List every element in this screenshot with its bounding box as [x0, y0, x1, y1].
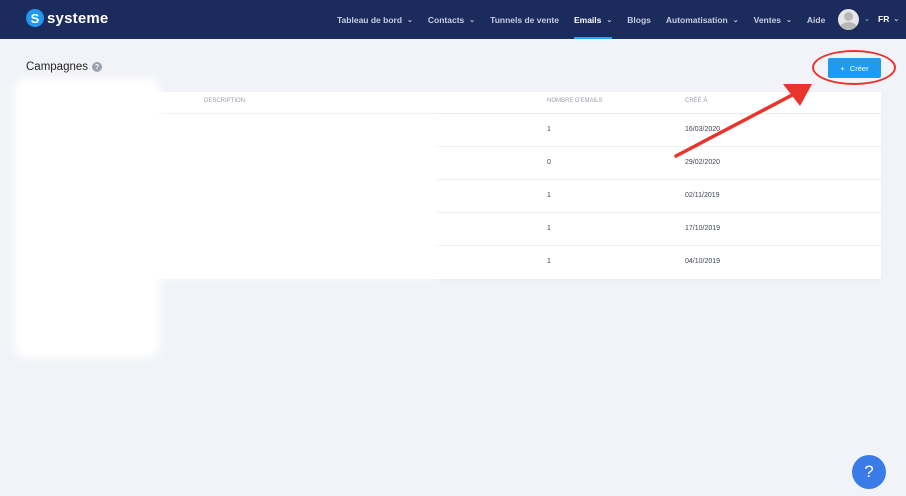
campaign-email-count: 1 — [547, 258, 551, 265]
chevron-down-icon: ⌄ — [732, 16, 739, 24]
nav-label: Automatisation — [665, 14, 728, 25]
campaign-created-date: 02/11/2019 — [685, 192, 720, 199]
campaign-email-count: 1 — [547, 126, 551, 133]
campaign-created-date: 29/02/2020 — [685, 159, 721, 166]
page-title-text: Campagnes — [26, 61, 89, 73]
campaign-created-date: 17/10/2019 — [685, 225, 721, 232]
chevron-down-icon: ⌄ — [893, 16, 900, 23]
table-header: DESCRIPTION NOMBRE D'EMAILS CRÉÉ À — [26, 92, 881, 114]
help-icon[interactable]: ? — [92, 62, 103, 72]
nav-label: Blogs — [627, 14, 651, 25]
campaign-email-count: 1 — [547, 192, 551, 199]
redaction-overlay — [150, 118, 434, 276]
nav-item-aide[interactable]: Aide — [807, 0, 825, 39]
main-nav: Tableau de bord ⌄ Contacts ⌄ Tunnels de … — [337, 0, 840, 39]
top-navbar: S systeme Tableau de bord ⌄ Contacts ⌄ T… — [0, 0, 906, 39]
chevron-down-icon[interactable]: ⌄ — [864, 15, 870, 23]
chevron-down-icon: ⌄ — [469, 16, 476, 24]
nav-label: Tunnels de vente — [490, 14, 559, 25]
nav-item-blogs[interactable]: Blogs — [627, 0, 651, 39]
help-chat-button[interactable]: ? — [852, 455, 886, 489]
avatar-body-shape — [840, 22, 857, 30]
nav-item-ventes[interactable]: Ventes ⌄ — [754, 0, 792, 39]
redaction-overlay — [20, 84, 154, 352]
user-avatar[interactable] — [838, 9, 859, 30]
brand-logo[interactable]: S systeme — [26, 9, 108, 27]
nav-label: Emails — [573, 14, 602, 25]
nav-label: Contacts — [427, 14, 465, 25]
chevron-down-icon: ⌄ — [606, 16, 613, 24]
nav-item-tunnels-de-vente[interactable]: Tunnels de vente — [490, 0, 559, 39]
column-header-description[interactable]: DESCRIPTION — [204, 98, 245, 104]
nav-item-automatisation[interactable]: Automatisation ⌄ — [666, 0, 739, 39]
column-header-email-count[interactable]: NOMBRE D'EMAILS — [547, 98, 603, 104]
annotation-circle — [812, 50, 896, 85]
nav-label: Ventes — [753, 14, 782, 25]
campaign-created-date: 16/03/2020 — [685, 126, 721, 133]
campaign-created-date: 04/10/2019 — [685, 258, 721, 265]
nav-label: Aide — [806, 14, 826, 25]
brand-name: systeme — [47, 9, 109, 27]
chevron-down-icon: ⌄ — [786, 16, 792, 24]
nav-item-emails[interactable]: Emails ⌄ — [573, 0, 613, 39]
nav-label: Tableau de bord — [337, 14, 403, 25]
nav-item-tableau-de-bord[interactable]: Tableau de bord ⌄ — [337, 0, 413, 39]
language-label: FR — [878, 14, 890, 24]
column-header-created-at[interactable]: CRÉÉ À — [685, 98, 707, 104]
chevron-down-icon: ⌄ — [407, 16, 413, 24]
logo-icon: S — [26, 9, 44, 27]
campaign-email-count: 1 — [547, 225, 551, 232]
nav-item-contacts[interactable]: Contacts ⌄ — [428, 0, 475, 39]
language-selector[interactable]: FR ⌄ — [878, 14, 899, 24]
campaign-email-count: 0 — [547, 159, 551, 166]
avatar-head-shape — [844, 12, 853, 21]
page-title: Campagnes ? — [26, 61, 103, 73]
